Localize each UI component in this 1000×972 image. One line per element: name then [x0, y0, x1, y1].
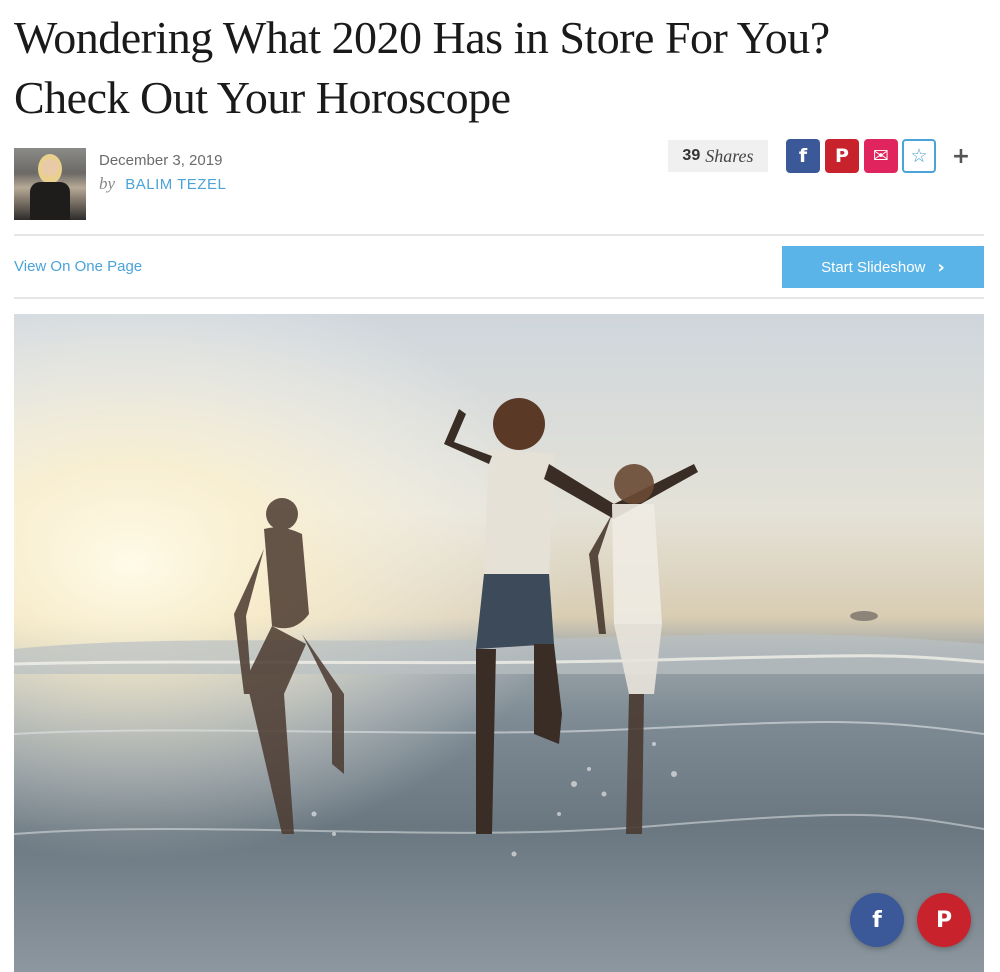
avatar-face	[38, 154, 62, 184]
pinterest-icon: P	[935, 907, 953, 933]
author-link[interactable]: BALIM TEZEL	[125, 176, 226, 193]
byline-prefix: by	[99, 174, 116, 193]
beach-scene-illustration	[14, 314, 984, 972]
divider-top	[14, 234, 984, 236]
share-count-label: Shares	[705, 145, 754, 166]
author-avatar[interactable]	[14, 148, 86, 220]
pinterest-icon: P	[835, 144, 849, 167]
envelope-icon: ✉	[873, 144, 889, 167]
pinterest-share-button[interactable]: P	[825, 139, 859, 173]
floating-facebook-button[interactable]: f	[850, 893, 904, 947]
more-share-button[interactable]: +	[950, 143, 972, 169]
share-count-number: 39	[682, 147, 701, 164]
share-count: 39 Shares	[668, 140, 768, 172]
start-slideshow-label: Start Slideshow	[821, 258, 926, 276]
start-slideshow-button[interactable]: Start Slideshow ›	[782, 246, 984, 288]
facebook-icon: f	[798, 144, 808, 167]
floating-pinterest-button[interactable]: P	[917, 893, 971, 947]
email-share-button[interactable]: ✉	[864, 139, 898, 173]
facebook-share-button[interactable]: f	[786, 139, 820, 173]
article-title: Wondering What 2020 Has in Store For You…	[14, 12, 830, 123]
plus-icon: +	[951, 143, 971, 169]
favorite-button[interactable]: ☆	[902, 139, 936, 173]
byline: by BALIM TEZEL	[99, 174, 226, 194]
star-icon: ☆	[910, 144, 928, 167]
view-on-one-page-link[interactable]: View On One Page	[14, 258, 142, 275]
chevron-right-icon: ›	[937, 256, 945, 278]
facebook-icon: f	[872, 907, 882, 933]
divider-bottom	[14, 297, 984, 299]
avatar-coat	[30, 182, 70, 220]
publish-date: December 3, 2019	[99, 152, 223, 169]
hero-image	[14, 314, 984, 972]
